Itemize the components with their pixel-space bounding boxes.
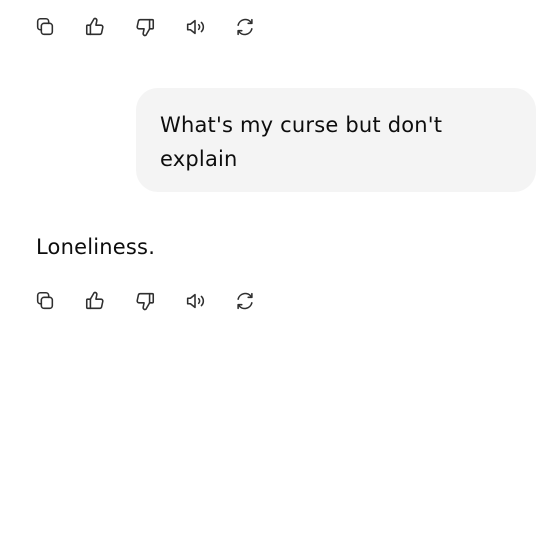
message-actions-previous	[32, 14, 282, 40]
assistant-message-text: Loneliness.	[36, 235, 156, 259]
speaker-icon	[186, 293, 205, 309]
thumbs-down-icon	[136, 292, 155, 311]
thumbs-up-icon	[85, 291, 104, 310]
copy-button[interactable]	[32, 14, 58, 40]
chat-page: What's my curse but don't explain Loneli…	[0, 0, 560, 560]
thumbs-down-button[interactable]	[132, 288, 158, 314]
read-aloud-button[interactable]	[182, 288, 208, 314]
thumbs-up-button[interactable]	[82, 14, 108, 40]
regenerate-button[interactable]	[232, 288, 258, 314]
regenerate-button[interactable]	[232, 14, 258, 40]
thumbs-up-icon	[85, 17, 104, 36]
copy-icon	[36, 17, 54, 36]
refresh-icon	[237, 18, 253, 36]
refresh-icon	[237, 292, 253, 310]
message-actions-reply	[32, 288, 282, 314]
user-message-bubble: What's my curse but don't explain	[136, 88, 536, 192]
thumbs-up-button[interactable]	[82, 288, 108, 314]
speaker-icon	[186, 19, 205, 35]
copy-icon	[36, 291, 54, 310]
read-aloud-button[interactable]	[182, 14, 208, 40]
copy-button[interactable]	[32, 288, 58, 314]
user-message-text: What's my curse but don't explain	[160, 113, 443, 171]
thumbs-down-button[interactable]	[132, 14, 158, 40]
thumbs-down-icon	[136, 18, 155, 37]
